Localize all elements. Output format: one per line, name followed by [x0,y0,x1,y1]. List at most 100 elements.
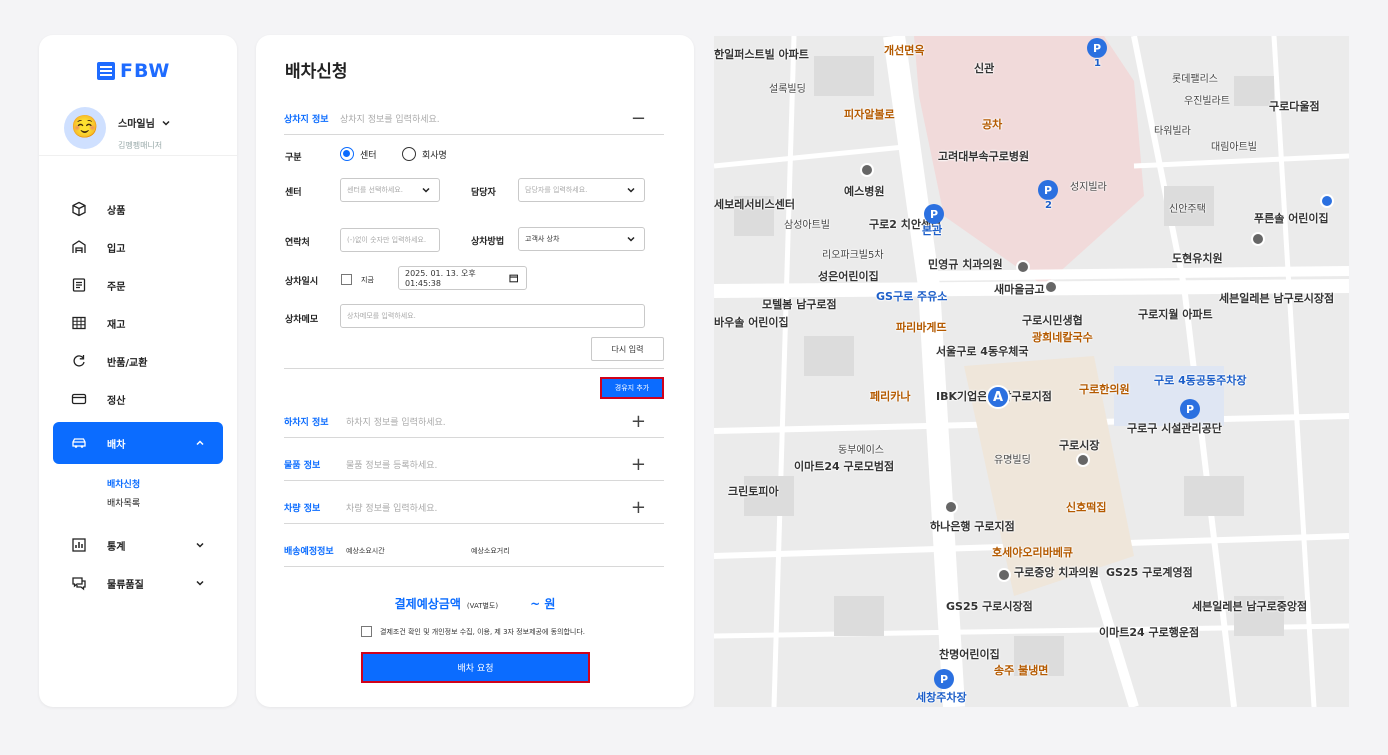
map-label[interactable]: 구로 4동공동주차장 [1154,372,1246,388]
map-label[interactable]: 찬명어린이집 [939,646,1000,662]
market-poi-icon[interactable] [1076,453,1090,467]
pickup-section-header[interactable]: 상차지 정보 상차지 정보를 입력하세요. − [284,103,664,135]
map-label[interactable]: GS25 구로계영점 [1106,564,1193,580]
user-profile[interactable]: ☺️ 스마일님 김펭펭매니저 [64,107,171,151]
map-label[interactable]: 새마을금고 [994,281,1045,297]
parking-icon[interactable]: P [1180,399,1200,419]
sidebar-item-products[interactable]: 상품 [53,190,223,228]
center-select[interactable]: 센터를 선택하세요. [340,178,440,202]
sidebar-item-quality[interactable]: 물류품질 [53,564,223,602]
map-label[interactable]: 성지빌라 [1070,178,1107,193]
map-label[interactable]: 크린토피아 [728,483,779,499]
agree-checkbox[interactable] [361,626,372,637]
add-stop-button[interactable]: 경유지 추가 [600,377,664,399]
contact-input[interactable]: (-)없이 숫자만 입력하세요. [340,228,440,252]
submenu-item-dispatch-list[interactable]: 배차목록 [107,495,223,514]
map-label[interactable]: 신안주택 [1169,200,1206,215]
clinic-poi-icon[interactable] [997,568,1011,582]
map-label[interactable]: 설록빌딩 [769,80,806,95]
map-label[interactable]: 본관 [922,222,942,238]
map-label[interactable]: 민영규 치과의원 [928,256,1003,272]
map-label[interactable]: 리오파크빌5차 [822,246,884,261]
brand-logo[interactable]: FBW [97,60,170,82]
expand-icon[interactable]: + [631,498,646,517]
map-label[interactable]: 바우솔 어린이집 [714,314,789,330]
map-label[interactable]: 파리바게뜨 [896,319,947,335]
chevron-down-icon[interactable] [161,118,171,128]
sidebar-item-dispatch[interactable]: 배차 [53,422,223,464]
map-label[interactable]: 삼성아트빌 [784,216,830,231]
map-label[interactable]: 신관 [974,60,994,76]
map-label[interactable]: 이마트24 구로행운점 [1099,624,1199,640]
bank-poi-icon[interactable] [1016,260,1030,274]
map-label[interactable]: 페리카나 [870,388,910,404]
collapse-icon[interactable]: − [631,109,646,128]
bank-poi-icon[interactable] [1044,280,1058,294]
map-label[interactable]: 구로중앙 치과의원 [1014,564,1099,580]
submenu-item-dispatch-request[interactable]: 배차신청 [107,476,223,495]
map-label[interactable]: GS25 구로시장점 [946,598,1033,614]
map-label[interactable]: GS구로 주유소 [876,288,947,304]
chevron-down-icon[interactable] [195,578,205,588]
map-label[interactable]: 구로다울점 [1269,98,1320,114]
map-label[interactable]: 한일퍼스트빌 아파트 [714,46,809,62]
hospital-poi-icon[interactable] [860,163,874,177]
map-label[interactable]: 호세야오리바베큐 [992,544,1073,560]
map-label[interactable]: 유명빌딩 [994,451,1031,466]
parking-icon[interactable]: P [934,669,954,689]
sidebar-item-inbound[interactable]: 입고 [53,228,223,266]
datetime-input[interactable]: 2025. 01. 13. 오후 01:45:38 [398,266,527,290]
map-label[interactable]: 이마트24 구로모범점 [794,458,894,474]
bank-poi-icon[interactable] [944,500,958,514]
map-label[interactable]: 구로시장 [1059,437,1099,453]
sidebar-item-settlement[interactable]: 정산 [53,380,223,418]
reset-button[interactable]: 다시 입력 [591,337,664,361]
map-label[interactable]: 대림아트빌 [1211,138,1257,153]
map-label[interactable]: 세븐일레븐 남구로중앙점 [1192,598,1307,614]
map-label[interactable]: 개선면옥 [884,42,924,58]
chevron-up-icon[interactable] [195,438,205,448]
map-label[interactable]: 광희네칼국수 [1032,329,1093,345]
sidebar-item-statistics[interactable]: 통계 [53,526,223,564]
map-label[interactable]: 성은어린이집 [818,268,879,284]
map-label[interactable]: 신호떡집 [1066,499,1106,515]
map-label[interactable]: 롯데팰리스 [1172,70,1218,85]
agree-row[interactable]: 결제조건 확인 및 개인정보 수집, 이용, 제 3자 정보제공에 동의합니다. [361,626,585,637]
map-label[interactable]: 세창주차장 [916,689,967,705]
parking-icon[interactable]: P [924,204,944,224]
map-label[interactable]: 구로시민생협 [1022,312,1083,328]
location-pin-icon[interactable]: A [986,385,1010,409]
kindergarten-poi-icon[interactable] [1251,232,1265,246]
dropoff-section-header[interactable]: 하차지 정보 하차지 정보를 입력하세요. + [284,406,664,438]
map-label[interactable]: 피자알볼로 [844,106,895,122]
map-label[interactable]: 우진빌라트 [1184,92,1230,107]
calendar-icon[interactable] [508,273,518,283]
map-label[interactable]: 예스병원 [844,183,884,199]
parking-icon[interactable]: P [1087,38,1107,58]
map-label[interactable]: 구로구 시설관리공단 [1127,420,1222,436]
expand-icon[interactable]: + [631,455,646,474]
map-label[interactable]: 모텔봄 남구로점 [762,296,837,312]
map-label[interactable]: 도현유치원 [1172,250,1223,266]
map-label[interactable]: 세보레서비스센터 [714,196,795,212]
radio-center[interactable]: 센터 [340,147,377,161]
map-view[interactable]: 한일퍼스트빌 아파트 설록빌딩 피자알볼로 개선면옥 신관 공차 고려대부속구로… [714,36,1349,707]
map-label[interactable]: 공차 [982,116,1002,132]
radio-company[interactable]: 회사명 [402,147,447,161]
map-label[interactable]: 하나은행 구로지점 [930,518,1015,534]
sidebar-item-returns[interactable]: 반품/교환 [53,342,223,380]
vehicle-section-header[interactable]: 차량 정보 차량 정보를 입력하세요. + [284,492,664,524]
sidebar-item-inventory[interactable]: 재고 [53,304,223,342]
ev-charge-icon[interactable] [1320,194,1334,208]
map-label[interactable]: 구로한의원 [1079,381,1130,397]
map-label[interactable]: 타워빌라 [1154,122,1191,137]
load-method-select[interactable]: 고객사 상차 [518,227,645,251]
memo-input[interactable]: 상차메모를 입력하세요. [340,304,645,328]
map-label[interactable]: 서울구로 4동우체국 [936,343,1028,359]
parking-icon[interactable]: P [1038,180,1058,200]
sidebar-item-orders[interactable]: 주문 [53,266,223,304]
map-label[interactable]: 구로지월 아파트 [1138,306,1213,322]
goods-section-header[interactable]: 물품 정보 물품 정보를 등록하세요. + [284,449,664,481]
map-label[interactable]: 세븐일레븐 남구로시장점 [1219,290,1334,306]
manager-select[interactable]: 담당자를 입력하세요. [518,178,645,202]
